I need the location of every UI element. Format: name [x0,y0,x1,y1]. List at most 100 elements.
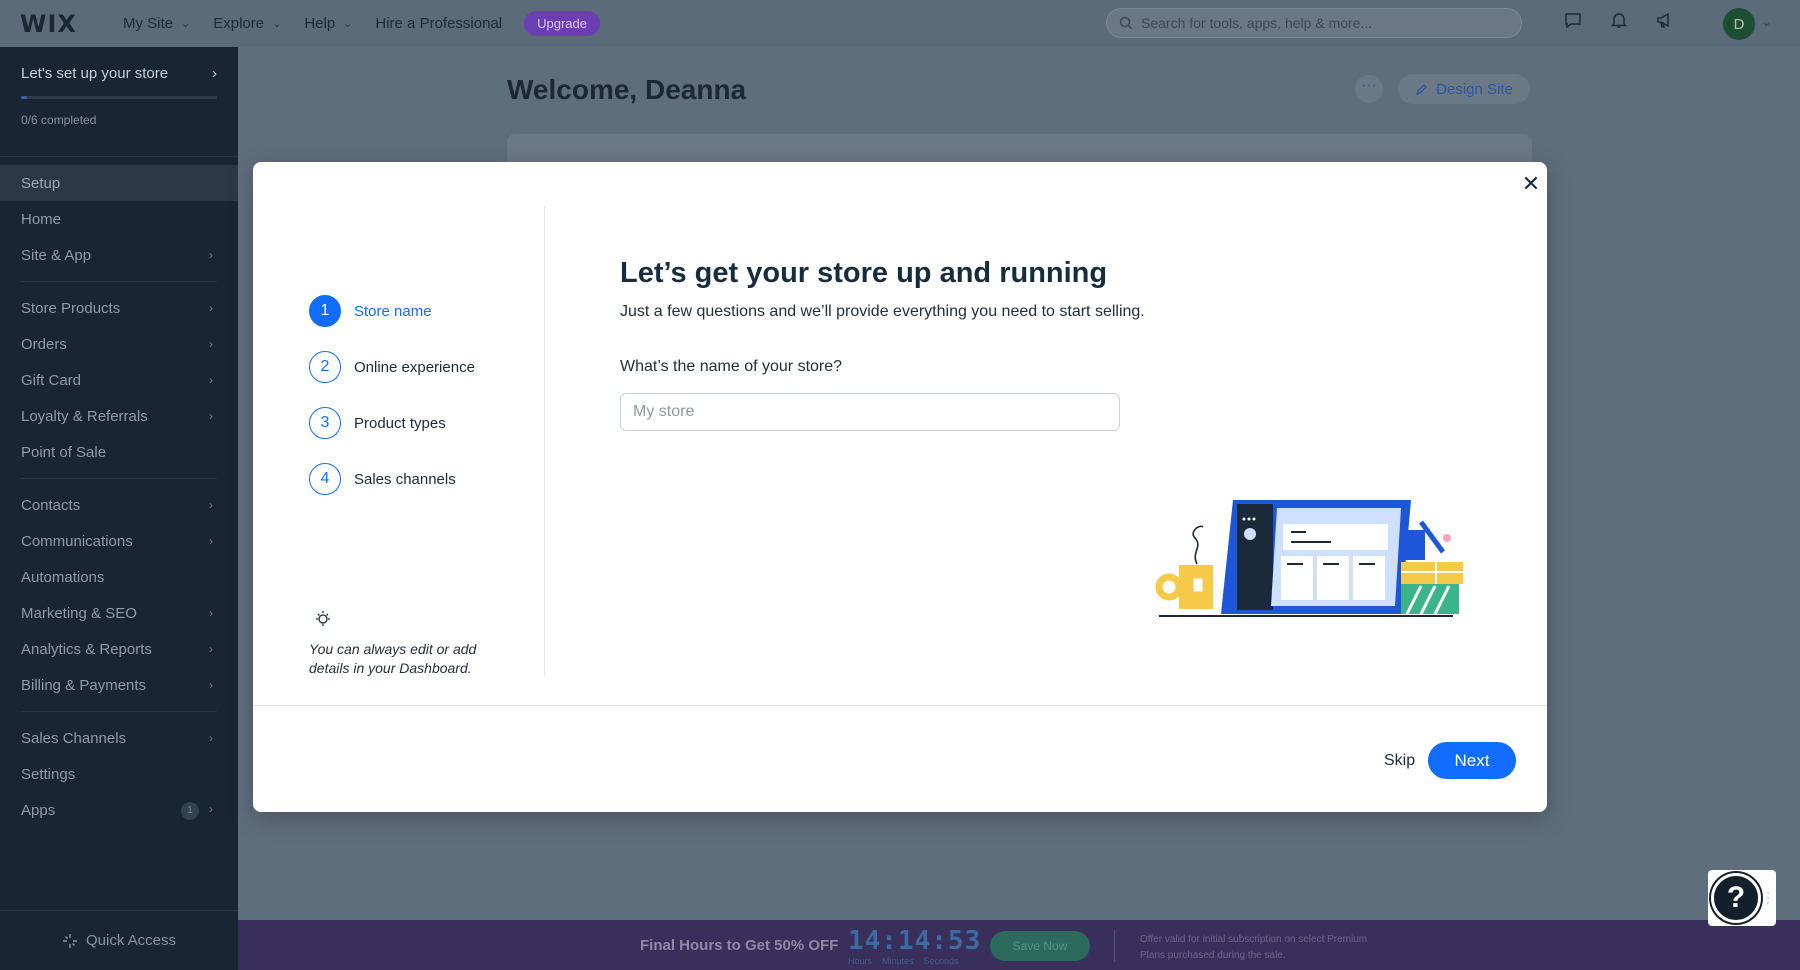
chevron-right-icon: › [209,248,213,262]
hire-professional-link[interactable]: Hire a Professional [375,15,502,32]
step-sales-channels[interactable]: 4 Sales channels [309,463,475,495]
modal-subtitle: Just a few questions and we’ll provide e… [620,303,1145,321]
chevron-right-icon: › [209,642,213,656]
top-icons [1563,10,1675,30]
chevron-down-icon: ⌄ [272,17,281,30]
setup-steps: 1 Store name 2 Online experience 3 Produ… [309,295,475,519]
sidebar-item-label: Contacts [21,497,80,514]
sidebar-item-sales-channels[interactable]: Sales Channels› [0,720,238,756]
step-store-name[interactable]: 1 Store name [309,295,475,327]
help-widget[interactable]: ? ··· [1708,870,1776,926]
sidebar-item-home[interactable]: Home [0,201,238,237]
sidebar-item-label: Sales Channels [21,730,126,747]
sidebar-item-label: Store Products [21,300,120,317]
sidebar-item-label: Point of Sale [21,444,106,461]
promo-bar: Final Hours to Get 50% OFF 14:14:53 Hour… [238,920,1800,970]
sidebar-item-site-app[interactable]: Site & App› [0,237,238,273]
step-label: Online experience [354,359,475,376]
step-product-types[interactable]: 3 Product types [309,407,475,439]
chevron-right-icon: › [209,337,213,351]
bell-icon[interactable] [1609,10,1629,30]
timer-unit-minutes: Minutes [882,956,914,966]
my-site-label: My Site [123,15,173,32]
sidebar-item-label: Gift Card [21,372,81,389]
divider [21,711,217,712]
upgrade-button[interactable]: Upgrade [524,11,600,36]
tip-box: You can always edit or add details in yo… [309,609,509,678]
wix-logo[interactable]: WIX [20,10,100,38]
next-button[interactable]: Next [1428,742,1516,779]
sidebar-item-label: Setup [21,175,60,192]
sidebar-item-label: Orders [21,336,67,353]
divider [544,206,545,676]
sidebar-item-contacts[interactable]: Contacts › [0,487,238,523]
sidebar-item-label: Billing & Payments [21,677,146,694]
sidebar-item-point-of-sale[interactable]: Point of Sale [0,434,238,470]
sidebar-item-settings[interactable]: Settings [0,756,238,792]
chevron-right-icon: › [209,534,213,548]
step-number: 2 [309,351,341,383]
quick-access-button[interactable]: Quick Access [0,910,238,970]
step-label: Store name [354,303,432,320]
search-box[interactable]: Search for tools, apps, help & more... [1106,8,1522,38]
avatar[interactable]: D [1723,8,1755,40]
sidebar-item-label: Automations [21,569,104,586]
setup-progress-text: 0/6 completed [21,113,217,127]
pencil-icon [1415,83,1428,96]
step-number: 3 [309,407,341,439]
top-bar: WIX My Site ⌄ Explore ⌄ Help ⌄ Hire a Pr… [0,0,1800,47]
sparkle-icon [62,933,78,949]
sidebar-item-apps[interactable]: Apps1› [0,792,238,828]
store-illustration [1151,482,1463,622]
sidebar-item-billing[interactable]: Billing & Payments› [0,667,238,703]
explore-menu[interactable]: Explore ⌄ [213,15,281,32]
sidebar-item-loyalty[interactable]: Loyalty & Referrals › [0,398,238,434]
skip-button[interactable]: Skip [1384,752,1415,770]
chevron-right-icon: › [209,409,213,423]
page-title: Welcome, Deanna [507,74,746,106]
sidebar-item-automations[interactable]: Automations [0,559,238,595]
chevron-right-icon: › [209,301,213,315]
design-site-button[interactable]: Design Site [1398,74,1530,104]
search-placeholder: Search for tools, apps, help & more... [1141,15,1372,31]
step-number: 4 [309,463,341,495]
close-icon[interactable]: ✕ [1517,170,1545,198]
sidebar-item-marketing-seo[interactable]: Marketing & SEO› [0,595,238,631]
modal-title: Let’s get your store up and running [620,257,1107,290]
sidebar-item-setup[interactable]: Setup [0,165,238,201]
divider [253,705,1547,706]
chevron-right-icon: › [209,606,213,620]
sidebar-item-label: Apps [21,802,55,819]
sidebar-item-label: Settings [21,766,75,783]
timer-units: Hours Minutes Seconds [848,956,959,966]
timer-unit-hours: Hours [848,956,872,966]
design-site-label: Design Site [1436,81,1513,98]
help-icon[interactable]: ? [1711,873,1761,923]
setup-progress-bar [21,96,217,99]
drag-handle-icon[interactable]: ··· [1766,890,1770,905]
sidebar-item-label: Loyalty & Referrals [21,408,148,425]
sidebar-item-communications[interactable]: Communications› [0,523,238,559]
setup-title: Let's set up your store [21,65,168,82]
chevron-right-icon: › [209,498,213,512]
step-online-experience[interactable]: 2 Online experience [309,351,475,383]
promo-note: Offer valid for initial subscription on … [1140,932,1380,964]
help-menu[interactable]: Help ⌄ [304,15,352,32]
sidebar-item-store-products[interactable]: Store Products › [0,290,238,326]
my-site-menu[interactable]: My Site ⌄ [123,15,190,32]
sidebar-item-orders[interactable]: Orders › [0,326,238,362]
more-actions-button[interactable]: ··· [1355,75,1383,103]
save-now-button[interactable]: Save Now [990,931,1090,961]
countdown-timer: 14:14:53 [848,926,981,956]
store-name-input[interactable] [620,393,1120,431]
sidebar-item-analytics[interactable]: Analytics & Reports› [0,631,238,667]
setup-card[interactable]: Let's set up your store › 0/6 completed [0,47,238,157]
chevron-down-icon: ⌄ [181,17,190,30]
chat-icon[interactable] [1563,10,1583,30]
sidebar-item-gift-card[interactable]: Gift Card› [0,362,238,398]
step-label: Sales channels [354,471,456,488]
step-label: Product types [354,415,446,432]
megaphone-icon[interactable] [1655,10,1675,30]
chevron-down-icon[interactable]: ⌄ [1762,16,1771,29]
hire-professional-label: Hire a Professional [375,15,502,32]
